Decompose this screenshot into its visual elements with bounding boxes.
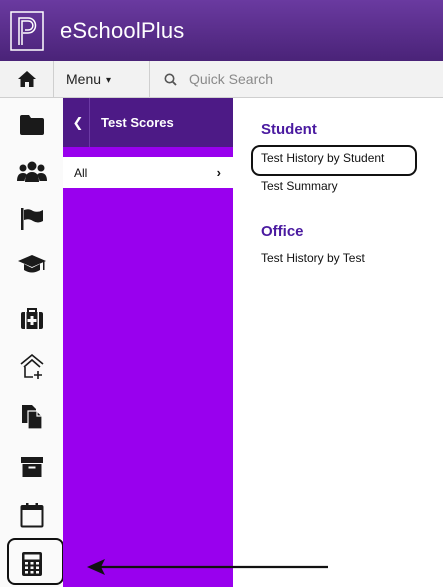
- graduation-cap-icon: [17, 255, 46, 273]
- rail-home-plus[interactable]: [0, 344, 63, 390]
- submenu-header: ❮ Test Scores: [63, 98, 233, 147]
- flag-icon: [20, 208, 43, 230]
- calculator-highlight-outline: [7, 538, 64, 585]
- rail-documents[interactable]: [0, 394, 63, 440]
- caret-down-icon: ▾: [106, 74, 112, 86]
- link-highlight-outline: [251, 145, 417, 176]
- calendar-icon: [20, 503, 43, 528]
- link-test-history-by-test[interactable]: Test History by Test: [261, 251, 365, 265]
- rail-users[interactable]: [0, 149, 63, 195]
- back-chevron-icon[interactable]: ❮: [63, 115, 91, 131]
- folder-icon: [19, 115, 44, 135]
- search-icon: [164, 73, 177, 86]
- submenu-title: Test Scores: [101, 115, 174, 130]
- link-test-summary[interactable]: Test Summary: [261, 179, 338, 193]
- rail-archive[interactable]: [0, 444, 63, 490]
- header-divider: [89, 98, 90, 147]
- menu-label: Menu: [66, 71, 102, 87]
- search-input[interactable]: [189, 71, 429, 87]
- home-plus-icon: [19, 354, 44, 379]
- app-title: eSchoolPlus: [60, 17, 185, 43]
- documents-icon: [21, 405, 43, 430]
- home-button[interactable]: [0, 60, 54, 98]
- quick-search[interactable]: [150, 61, 443, 98]
- pearson-logo-icon[interactable]: [0, 0, 54, 61]
- app-header: eSchoolPlus: [0, 0, 443, 61]
- chevron-right-icon: ›: [216, 165, 221, 180]
- annotation-arrow-icon: [87, 559, 328, 575]
- section-title-office: Office: [261, 223, 304, 240]
- section-title-student: Student: [261, 121, 317, 138]
- rail-health[interactable]: [0, 296, 63, 342]
- toolbar: Menu ▾: [0, 60, 443, 98]
- medical-kit-icon: [20, 308, 43, 329]
- submenu-panel: ❮ Test Scores All ›: [63, 98, 233, 587]
- home-icon: [17, 71, 36, 87]
- rail-calendar[interactable]: [0, 492, 63, 538]
- users-icon: [16, 161, 47, 182]
- submenu-item-label: All: [74, 165, 88, 180]
- rail-flag[interactable]: [0, 196, 63, 242]
- submenu-item-all[interactable]: All ›: [63, 157, 233, 188]
- rail-graduation[interactable]: [0, 242, 63, 288]
- menu-button[interactable]: Menu ▾: [54, 60, 150, 98]
- module-rail: [0, 98, 63, 587]
- rail-folder[interactable]: [0, 102, 63, 148]
- archive-box-icon: [20, 457, 43, 477]
